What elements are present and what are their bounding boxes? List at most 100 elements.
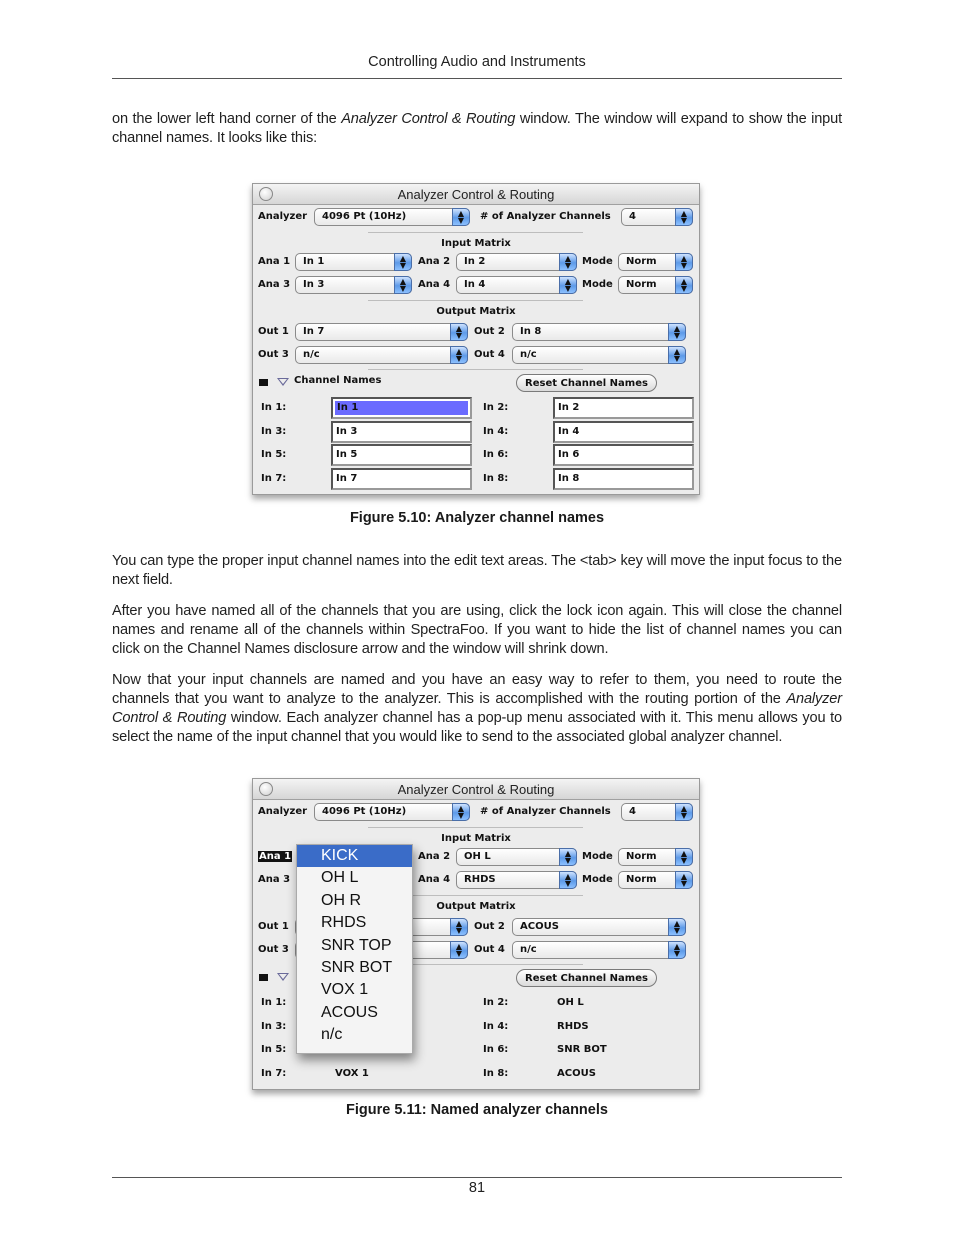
input-1-name-field[interactable]: In 1 — [331, 397, 472, 419]
ana1-label: Ana 1 — [258, 851, 293, 862]
up-down-arrows-icon: ▲ ▼ — [450, 346, 468, 364]
up-down-arrows-icon: ▲ ▼ — [559, 276, 577, 294]
out2-label: Out 2 — [474, 326, 505, 337]
input-3-label: In 3: — [261, 426, 287, 437]
mode2-popup[interactable]: Norm ▲ ▼ — [618, 276, 693, 294]
input-6-name: SNR BOT — [557, 1044, 607, 1055]
input-matrix-title: Input Matrix — [441, 238, 511, 249]
menu-item[interactable]: RHDS — [297, 912, 412, 934]
input-8-name-field[interactable]: In 8 — [553, 468, 694, 490]
field-value: In 6 — [558, 449, 580, 460]
mode1-popup[interactable]: Norm ▲ ▼ — [618, 848, 693, 866]
ana3-label: Ana 3 — [258, 279, 291, 290]
popup-value: n/c — [303, 349, 320, 360]
input-8-label: In 8: — [483, 1068, 509, 1079]
ana1-popup[interactable]: In 1 ▲ ▼ — [295, 253, 412, 271]
ana1-popup-menu[interactable]: KICK OH L OH R RHDS SNR TOP SNR BOT VOX … — [296, 844, 413, 1054]
up-down-arrows-icon: ▲ ▼ — [675, 848, 693, 866]
reset-channel-names-button[interactable]: Reset Channel Names — [516, 374, 657, 392]
ana2-label: Ana 2 — [418, 256, 451, 267]
ana4-label: Ana 4 — [418, 279, 451, 290]
menu-item[interactable]: SNR TOP — [297, 935, 412, 957]
disclosure-triangle-icon[interactable] — [277, 973, 289, 981]
out2-popup[interactable]: ACOUS ▲ ▼ — [512, 918, 686, 936]
popup-value: Norm — [626, 256, 657, 267]
menu-item[interactable]: VOX 1 — [297, 979, 412, 1001]
input-6-name-field[interactable]: In 6 — [553, 444, 694, 466]
separator — [368, 369, 583, 370]
text-run: on the lower left hand corner of the — [112, 111, 342, 127]
menu-item[interactable]: OH R — [297, 890, 412, 912]
up-down-arrows-icon: ▲ ▼ — [559, 871, 577, 889]
analyzer-channels-label: # of Analyzer Channels — [480, 806, 611, 817]
analyzer-label: Analyzer — [258, 806, 308, 817]
input-7-label: In 7: — [261, 473, 287, 484]
analyzer-label: Analyzer — [258, 211, 308, 222]
up-down-arrows-icon: ▲ ▼ — [668, 918, 686, 936]
out1-popup[interactable]: In 7 ▲ ▼ — [295, 323, 468, 341]
menu-item-selected[interactable]: KICK — [297, 845, 412, 868]
out3-popup[interactable]: n/c ▲ ▼ — [295, 346, 468, 364]
ana2-popup[interactable]: In 2 ▲ ▼ — [456, 253, 577, 271]
popup-value: In 2 — [464, 256, 486, 267]
field-value: In 2 — [558, 402, 580, 413]
up-down-arrows-icon: ▲ ▼ — [559, 253, 577, 271]
text-run: Now that your input channels are named a… — [112, 672, 842, 707]
up-down-arrows-icon: ▲ ▼ — [559, 848, 577, 866]
out2-popup[interactable]: In 8 ▲ ▼ — [512, 323, 686, 341]
separator — [368, 232, 583, 233]
popup-value: Norm — [626, 874, 657, 885]
input-3-name-field[interactable]: In 3 — [331, 421, 472, 443]
figure-caption-5-10: Figure 5.10: Analyzer channel names — [349, 510, 605, 526]
out4-popup[interactable]: n/c ▲ ▼ — [512, 941, 686, 959]
ana4-popup[interactable]: RHDS ▲ ▼ — [456, 871, 577, 889]
popup-value: Norm — [626, 279, 657, 290]
up-down-arrows-icon: ▲ ▼ — [675, 208, 693, 226]
popup-value: ACOUS — [520, 921, 559, 932]
input-6-label: In 6: — [483, 1044, 509, 1055]
input-2-label: In 2: — [483, 997, 509, 1008]
ana3-popup[interactable]: In 3 ▲ ▼ — [295, 276, 412, 294]
field-value: In 1 — [335, 401, 468, 415]
ana4-popup[interactable]: In 4 ▲ ▼ — [456, 276, 577, 294]
mode2-popup[interactable]: Norm ▲ ▼ — [618, 871, 693, 889]
input-7-name: VOX 1 — [335, 1068, 369, 1079]
out2-label: Out 2 — [474, 921, 505, 932]
field-value: In 7 — [336, 473, 358, 484]
mode2-label: Mode — [582, 279, 613, 290]
analyzer-popup[interactable]: 4096 Pt (10Hz) ▲ ▼ — [314, 803, 470, 821]
input-5-name-field[interactable]: In 5 — [331, 444, 472, 466]
locked-lock-icon[interactable] — [259, 974, 268, 981]
popup-value: n/c — [520, 349, 537, 360]
analyzer-popup[interactable]: 4096 Pt (10Hz) ▲ ▼ — [314, 208, 470, 226]
window-title: Analyzer Control & Routing — [397, 782, 555, 797]
menu-item[interactable]: OH L — [297, 867, 412, 889]
input-4-label: In 4: — [483, 1021, 509, 1032]
menu-item[interactable]: SNR BOT — [297, 957, 412, 979]
menu-item[interactable]: ACOUS — [297, 1002, 412, 1024]
input-4-name-field[interactable]: In 4 — [553, 421, 694, 443]
disclosure-triangle-icon[interactable] — [277, 378, 289, 386]
input-7-name-field[interactable]: In 7 — [331, 468, 472, 490]
up-down-arrows-icon: ▲ ▼ — [452, 208, 470, 226]
mode1-popup[interactable]: Norm ▲ ▼ — [618, 253, 693, 271]
menu-item[interactable]: n/c — [297, 1024, 412, 1046]
input-2-name: OH L — [557, 997, 584, 1008]
popup-value: RHDS — [464, 874, 496, 885]
up-down-arrows-icon: ▲ ▼ — [394, 276, 412, 294]
paragraph-routing: Now that your input channels are named a… — [112, 671, 842, 747]
input-2-name-field[interactable]: In 2 — [553, 397, 694, 419]
analyzer-channels-popup[interactable]: 4 ▲ ▼ — [621, 208, 693, 226]
unlocked-lock-icon[interactable] — [259, 379, 268, 386]
reset-channel-names-button[interactable]: Reset Channel Names — [516, 969, 657, 987]
window-titlebar[interactable]: Analyzer Control & Routing — [253, 184, 699, 205]
ana2-popup[interactable]: OH L ▲ ▼ — [456, 848, 577, 866]
analyzer-channels-popup[interactable]: 4 ▲ ▼ — [621, 803, 693, 821]
header-rule — [112, 78, 842, 79]
ana4-label: Ana 4 — [418, 874, 451, 885]
up-down-arrows-icon: ▲ ▼ — [452, 803, 470, 821]
input-2-label: In 2: — [483, 402, 509, 413]
output-matrix-title: Output Matrix — [436, 306, 516, 317]
out4-popup[interactable]: n/c ▲ ▼ — [512, 346, 686, 364]
window-titlebar[interactable]: Analyzer Control & Routing — [253, 779, 699, 800]
